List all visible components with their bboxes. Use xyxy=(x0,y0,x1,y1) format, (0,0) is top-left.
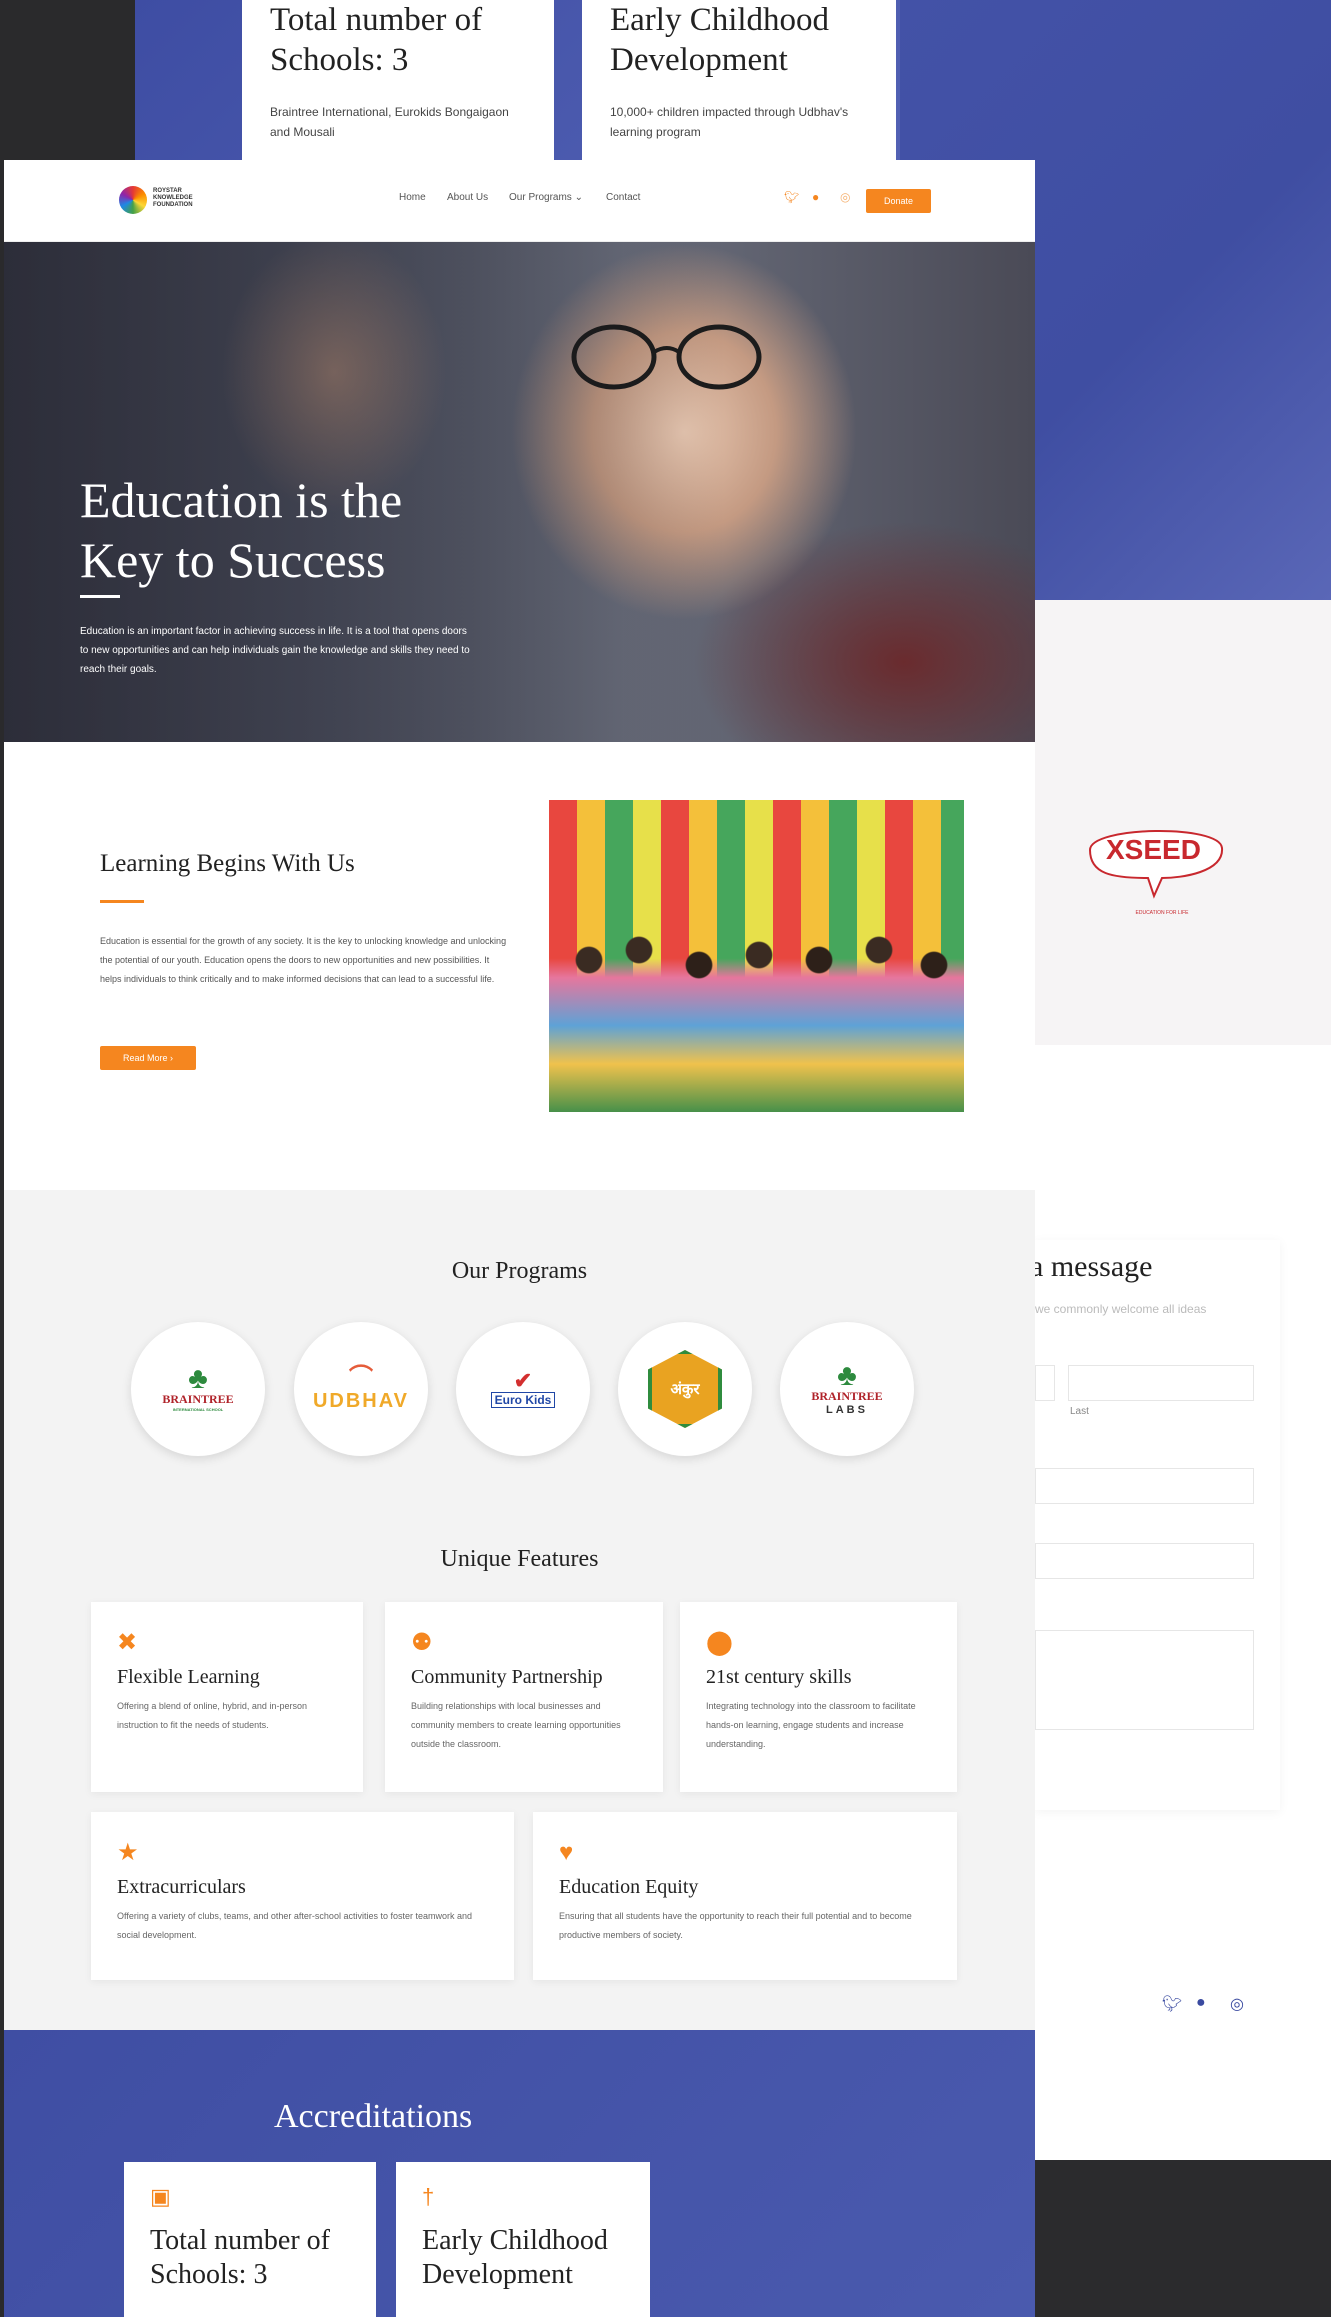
program-logo-name: अंकुर xyxy=(648,1350,722,1428)
feature-desc: Building relationships with local busine… xyxy=(411,1701,621,1749)
chevron-down-icon: ⌄ xyxy=(571,192,583,203)
top-card-schools: Total number of Schools: 3 Braintree Int… xyxy=(242,0,554,160)
last-name-label: Last xyxy=(1070,1406,1089,1417)
feature-card-flexible-learning: ✖ Flexible Learning Offering a blend of … xyxy=(91,1602,363,1792)
program-logo-eurokids[interactable]: ✔ Euro Kids xyxy=(456,1322,590,1456)
feature-desc: Ensuring that all students have the oppo… xyxy=(559,1911,912,1940)
programs-title: Our Programs xyxy=(451,1258,588,1284)
nav-item-contact[interactable]: Contact xyxy=(606,192,640,203)
top-card-title: Total number of Schools: 3 xyxy=(270,2,483,78)
foundation-logo[interactable]: ROYSTAR KNOWLEDGE FOUNDATION xyxy=(119,182,219,218)
accreditation-card-title: Total number of Schools: 3 xyxy=(150,2225,330,2290)
top-card-early-childhood: Early Childhood Development 10,000+ chil… xyxy=(582,0,896,160)
footer-twitter-icon[interactable]: 🐦︎ xyxy=(1162,1994,1182,2014)
top-card-title: Early Childhood Development xyxy=(610,2,830,78)
feature-desc: Offering a variety of clubs, teams, and … xyxy=(117,1911,472,1940)
feature-title: 21st century skills xyxy=(706,1666,852,1688)
arrows-icon: ✖ xyxy=(117,1629,138,1656)
program-logo-udbhav[interactable]: ⌒ UDBHAV xyxy=(294,1322,428,1456)
logo-mark xyxy=(119,186,147,214)
learning-text: Education is essential for the growth of… xyxy=(100,936,507,984)
program-logo-name: UDBHAV xyxy=(312,1389,410,1412)
feature-card-extracurriculars: ★ Extracurriculars Offering a variety of… xyxy=(91,1812,514,1980)
logo-text: ROYSTAR KNOWLEDGE FOUNDATION xyxy=(153,188,193,208)
feature-title: Education Equity xyxy=(559,1876,699,1898)
program-logo-braintree-labs[interactable]: ♣ BRAINTREE LABS xyxy=(780,1322,914,1456)
hero-title-line1: Education is the xyxy=(80,472,403,528)
hero-text: Education is an important factor in achi… xyxy=(80,626,470,675)
last-name-field[interactable] xyxy=(1068,1365,1254,1401)
hero-title: Education is the Key to Success xyxy=(80,470,402,590)
program-logo-name: BRAINTREE xyxy=(811,1388,883,1403)
program-logo-braintree[interactable]: ♣ BRAINTREE INTERNATIONAL SCHOOL xyxy=(131,1322,265,1456)
top-card-desc: 10,000+ children impacted through Udbhav… xyxy=(610,105,849,139)
people-icon: ⚉ xyxy=(411,1629,433,1656)
feature-card-21st-century-skills: ⬤ 21st century skills Integrating techno… xyxy=(680,1602,957,1792)
learning-section: Learning Begins With Us Education is ess… xyxy=(4,742,1035,1190)
feature-card-community-partnership: ⚉ Community Partnership Building relatio… xyxy=(385,1602,663,1792)
learning-title: Learning Begins With Us xyxy=(100,850,355,877)
first-name-field[interactable] xyxy=(1035,1365,1055,1401)
kids-photo-children xyxy=(549,920,964,1112)
xseed-sub: EDUCATION FOR LIFE xyxy=(1135,910,1189,916)
accreditation-card-title: Early Childhood Development xyxy=(422,2225,608,2290)
instagram-icon[interactable]: ◎ xyxy=(840,190,850,204)
program-logo-sub: LABS xyxy=(826,1403,868,1416)
accreditations-section: Accreditations ▣ Total number of Schools… xyxy=(4,2030,1035,2317)
github-icon[interactable]: ● xyxy=(812,190,819,204)
message-textarea[interactable] xyxy=(1035,1630,1254,1730)
chevron-right-icon: › xyxy=(170,1053,174,1063)
website-page: ROYSTAR KNOWLEDGE FOUNDATION Home About … xyxy=(4,160,1035,2317)
check-mark-icon: ✔ xyxy=(513,1368,533,1393)
program-logo-name: Euro Kids xyxy=(490,1392,556,1408)
contact-form-subtitle: we commonly welcome all ideas xyxy=(1035,1302,1207,1316)
rainbow-icon: ⌒ xyxy=(349,1363,373,1391)
nav-item-programs-label: Our Programs xyxy=(509,192,572,203)
xseed-logo: XSEED EDUCATION FOR LIFE xyxy=(1082,818,1228,916)
subject-field[interactable] xyxy=(1035,1543,1254,1579)
accreditation-card-schools: ▣ Total number of Schools: 3 xyxy=(124,2162,376,2317)
footer-instagram-icon[interactable]: ◎ xyxy=(1230,1994,1244,2014)
feature-title: Flexible Learning xyxy=(117,1666,260,1688)
xseed-text: XSEED xyxy=(1106,834,1201,865)
features-title: Unique Features xyxy=(440,1546,599,1572)
read-more-button[interactable]: Read More › xyxy=(100,1046,196,1070)
footer-github-icon[interactable]: ● xyxy=(1196,1994,1206,2012)
navbar: ROYSTAR KNOWLEDGE FOUNDATION Home About … xyxy=(4,160,1035,242)
brain-icon: ⬤ xyxy=(706,1629,733,1656)
nav-item-about[interactable]: About Us xyxy=(447,192,488,203)
contact-form-title: a message xyxy=(1030,1250,1153,1283)
hero-divider xyxy=(80,595,120,598)
hand-heart-icon: ♥ xyxy=(559,1839,574,1866)
twitter-icon[interactable]: 🐦︎ xyxy=(784,190,799,204)
program-logo-name: BRAINTREE xyxy=(162,1392,234,1406)
nav-item-home[interactable]: Home xyxy=(399,192,426,203)
accreditation-card-early-childhood: † Early Childhood Development xyxy=(396,2162,650,2317)
kids-photo xyxy=(549,800,964,1112)
email-field[interactable] xyxy=(1035,1468,1254,1504)
hero-title-line2: Key to Success xyxy=(80,532,386,588)
feature-title: Community Partnership xyxy=(411,1666,603,1688)
tree-icon: ♣ xyxy=(188,1362,208,1395)
accreditations-title: Accreditations xyxy=(274,2098,473,2135)
child-icon: † xyxy=(422,2184,435,2209)
donate-button[interactable]: Donate xyxy=(866,189,931,213)
feature-title: Extracurriculars xyxy=(117,1876,246,1898)
nav-item-programs[interactable]: Our Programs ⌄ xyxy=(509,192,583,203)
program-logo-sub: INTERNATIONAL SCHOOL xyxy=(172,1407,224,1412)
running-icon: ★ xyxy=(117,1839,139,1866)
program-logo-ankur[interactable]: अंकुर xyxy=(618,1322,752,1456)
read-more-label: Read More xyxy=(122,1053,168,1063)
tree-icon: ♣ xyxy=(837,1358,857,1392)
feature-desc: Integrating technology into the classroo… xyxy=(706,1701,916,1749)
top-card-desc: Braintree International, Eurokids Bongai… xyxy=(270,105,509,139)
programs-section: Our Programs ♣ BRAINTREE INTERNATIONAL S… xyxy=(4,1190,1035,2030)
hero-section: Education is the Key to Success Educatio… xyxy=(4,242,1035,742)
feature-card-education-equity: ♥ Education Equity Ensuring that all stu… xyxy=(533,1812,957,1980)
building-icon: ▣ xyxy=(150,2184,171,2209)
learning-divider xyxy=(100,900,144,903)
feature-desc: Offering a blend of online, hybrid, and … xyxy=(117,1701,307,1730)
